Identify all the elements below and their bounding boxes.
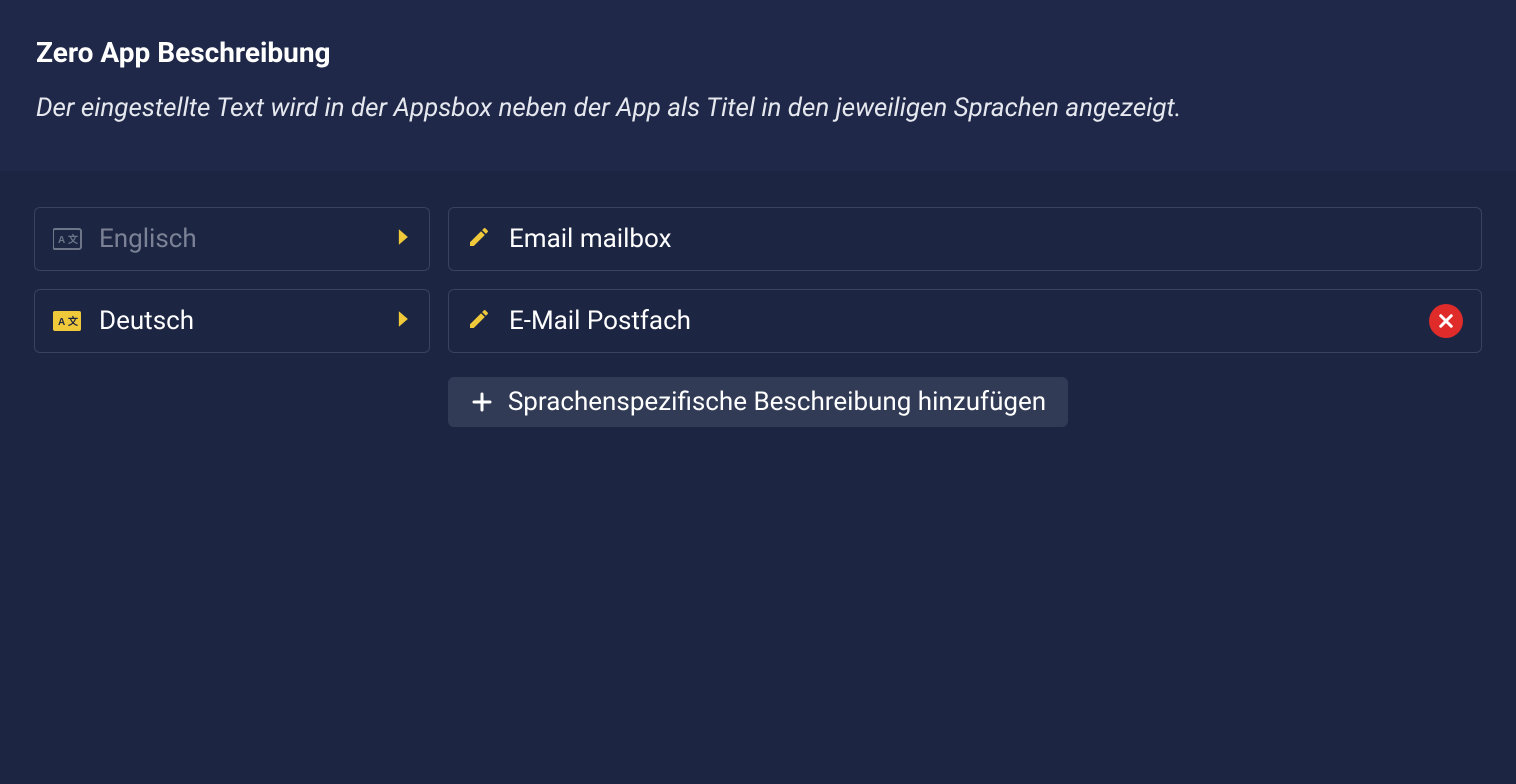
pencil-icon: [467, 225, 491, 253]
description-field[interactable]: [448, 289, 1482, 353]
svg-text:A: A: [58, 317, 65, 328]
add-language-label: Sprachenspezifische Beschreibung hinzufü…: [508, 387, 1046, 417]
language-select[interactable]: A 文 Englisch: [34, 207, 430, 271]
language-label: Englisch: [99, 224, 397, 254]
chevron-right-icon: [397, 310, 411, 332]
language-select[interactable]: A 文 Deutsch: [34, 289, 430, 353]
section-description: Der eingestellte Text wird in der Appsbo…: [36, 93, 1480, 123]
description-field[interactable]: [448, 207, 1482, 271]
section-header: Zero App Beschreibung Der eingestellte T…: [0, 0, 1516, 171]
description-input[interactable]: [509, 306, 1411, 336]
translate-icon: A 文: [53, 310, 83, 332]
chevron-right-icon: [397, 228, 411, 250]
svg-text:文: 文: [68, 233, 79, 246]
section-title: Zero App Beschreibung: [36, 36, 1480, 69]
pencil-icon: [467, 307, 491, 335]
plus-icon: [470, 390, 494, 414]
svg-text:A: A: [58, 235, 65, 246]
delete-button[interactable]: [1429, 304, 1463, 338]
add-language-button[interactable]: Sprachenspezifische Beschreibung hinzufü…: [448, 377, 1068, 427]
description-input[interactable]: [509, 224, 1463, 254]
translate-icon: A 文: [53, 228, 83, 250]
close-icon: [1437, 312, 1455, 330]
language-label: Deutsch: [99, 306, 397, 336]
descriptions-list: A 文 Englisch A 文: [0, 171, 1516, 463]
description-row: A 文 Deutsch: [34, 289, 1482, 353]
svg-text:文: 文: [68, 315, 79, 328]
description-row: A 文 Englisch: [34, 207, 1482, 271]
add-row-container: Sprachenspezifische Beschreibung hinzufü…: [34, 377, 1482, 427]
